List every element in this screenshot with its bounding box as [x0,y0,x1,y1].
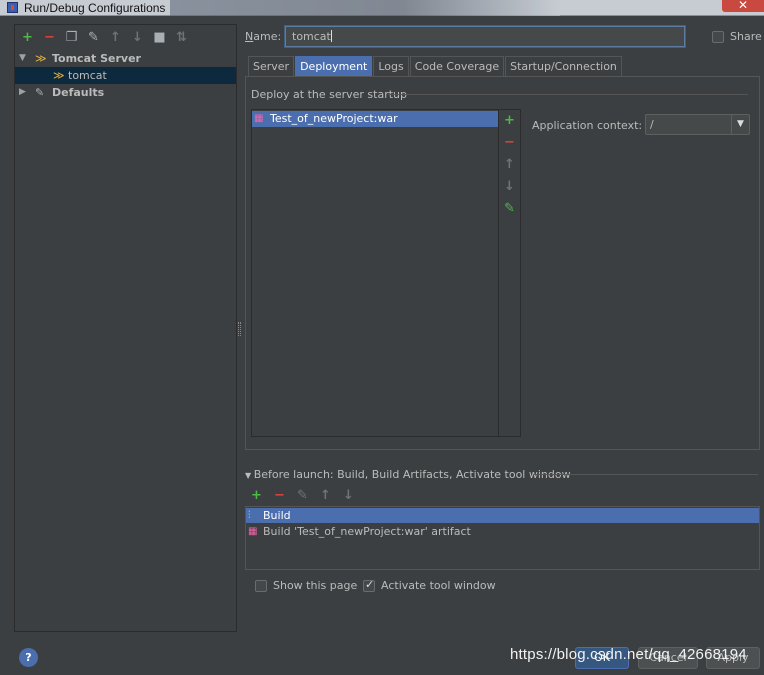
close-window-button[interactable]: ✕ [722,0,764,12]
section-divider [534,474,758,475]
show-page-checkbox[interactable]: Show this page [255,579,357,592]
collapse-arrow-icon[interactable]: ▼ [245,471,254,480]
window-title: Run/Debug Configurations [24,1,166,15]
tree-item-tomcat-server[interactable]: ▼ ≫ Tomcat Server [15,50,236,67]
tomcat-cat-icon: ≫ [53,69,65,82]
tab-server[interactable]: Server [248,56,295,76]
list-item-build-artifact[interactable]: ▦ Build 'Test_of_newProject:war' artifac… [246,524,759,539]
application-context-label: Application context: [532,119,643,132]
expanded-arrow-icon[interactable]: ▼ [19,50,26,67]
plus-icon[interactable]: + [248,487,265,504]
arrow-up-icon[interactable]: ↑ [107,29,124,46]
arrow-up-icon[interactable]: ↑ [317,487,334,504]
name-label: Name: [245,30,281,43]
folder-icon[interactable]: ■ [151,29,168,46]
name-label-mnemonic: N [245,30,254,43]
name-input-value: tomcat [292,30,331,43]
arrow-down-icon[interactable]: ↓ [129,29,146,46]
config-tabs: Server Deployment Logs Code Coverage Sta… [248,56,623,76]
before-launch-label: Before launch: Build, Build Artifacts, A… [253,468,571,481]
tab-code-coverage[interactable]: Code Coverage [409,56,505,76]
activate-label: Activate tool window [381,579,496,592]
configurations-toolbar: + − ❐ ✎ ↑ ↓ ■ ⇅ [15,25,236,50]
tab-deployment[interactable]: Deployment [295,56,373,76]
plus-icon[interactable]: + [501,112,518,129]
configurations-panel: + − ❐ ✎ ↑ ↓ ■ ⇅ ▼ ≫ Tomcat Server ≫ tomc… [14,24,237,632]
activate-checkbox-box[interactable] [363,578,375,592]
deploy-section-title: Deploy at the server startup [251,88,408,101]
text-cursor [330,30,332,42]
wrench-icon: ✎ [35,86,45,99]
show-page-checkbox-box[interactable] [255,579,267,592]
pencil-icon[interactable]: ✎ [501,200,518,217]
before-launch-toolbar: + − ✎ ↑ ↓ [248,487,357,504]
splitter-handle[interactable] [238,322,241,336]
application-context-value: / [650,118,654,131]
deploy-list-toolbar: + − ↑ ↓ ✎ [498,110,520,436]
list-item-build[interactable]: ⫶ Build [246,508,759,523]
list-item-artifact[interactable]: ▦ Test_of_newProject:war [252,111,498,127]
show-page-label: Show this page [273,579,358,592]
background-blur [170,0,560,16]
window-title-bar: Run/Debug Configurations ✕ [0,0,764,16]
tree-defaults-label: Defaults [52,86,105,99]
tab-startup-connection[interactable]: Startup/Connection [505,56,622,76]
task-label: Build 'Test_of_newProject:war' artifact [263,525,471,538]
pencil-icon[interactable]: ✎ [294,487,311,504]
collapsed-arrow-icon[interactable]: ▶ [19,84,26,101]
tree-item-tomcat[interactable]: ≫ tomcat [15,67,236,84]
tree-item-defaults[interactable]: ▶ ✎ Defaults [15,84,236,101]
tree-group-label: Tomcat Server [52,52,141,65]
minus-icon[interactable]: − [271,487,288,504]
war-artifact-icon: ▦ [254,113,264,124]
before-launch-title[interactable]: ▼ Before launch: Build, Build Artifacts,… [245,468,571,481]
share-checkbox-box[interactable] [712,30,724,43]
chevron-down-icon[interactable]: ▼ [731,115,749,134]
application-context-select[interactable]: / ▼ [645,114,750,135]
wrench-icon[interactable]: ✎ [85,29,102,46]
section-divider [388,94,748,95]
arrow-down-icon[interactable]: ↓ [501,178,518,195]
sort-icon[interactable]: ⇅ [173,29,190,46]
name-label-text: ame: [253,30,282,43]
task-label: Build [263,509,291,522]
copy-icon[interactable]: ❐ [63,29,80,46]
minus-icon[interactable]: − [41,29,58,46]
share-label: Share [730,30,762,43]
artifact-label: Test_of_newProject:war [270,112,398,125]
watermark-url: https://blog.csdn.net/qq_42668194 [510,646,747,663]
share-checkbox[interactable]: Share [712,30,762,43]
minus-icon[interactable]: − [501,134,518,151]
war-artifact-icon: ▦ [248,526,258,537]
name-input[interactable]: tomcat [285,26,685,47]
intellij-app-icon [7,2,18,13]
plus-icon[interactable]: + [19,29,36,46]
arrow-down-icon[interactable]: ↓ [340,487,357,504]
help-button[interactable]: ? [19,648,38,667]
tab-logs[interactable]: Logs [373,56,409,76]
build-icon: ⫶ [248,510,251,521]
activate-tool-window-checkbox[interactable]: Activate tool window [363,578,496,592]
arrow-up-icon[interactable]: ↑ [501,156,518,173]
deploy-artifact-list[interactable] [251,109,521,437]
tomcat-cat-icon: ≫ [35,52,47,65]
tree-item-label: tomcat [68,69,107,82]
